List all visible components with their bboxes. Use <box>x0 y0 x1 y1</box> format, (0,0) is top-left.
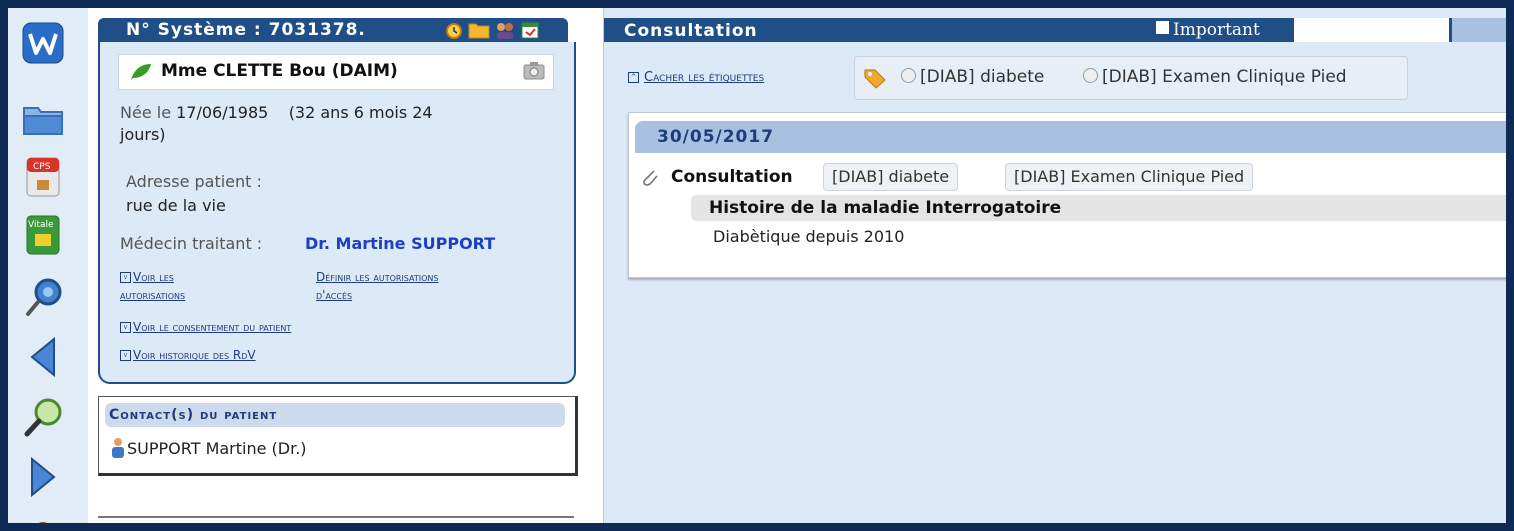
stethoscope-icon[interactable] <box>22 276 64 318</box>
leaf-icon <box>129 62 153 86</box>
contacts-header: Contact(s) du patient <box>105 403 565 427</box>
hide-tags-link[interactable]: ^ Cacher les étiquettes <box>628 70 764 85</box>
patient-age: (32 ans 6 mois 24 <box>288 103 433 122</box>
define-authorizations-link[interactable]: Définir les autorisations d'accès <box>316 268 439 304</box>
patient-contacts-panel: Contact(s) du patient SUPPORT Martine (D… <box>98 396 578 476</box>
collapse-icon: v <box>120 322 131 333</box>
patient-name: Mme CLETTE Bou (DAIM) <box>161 61 398 81</box>
hide-tags-text: Cacher les étiquettes <box>644 70 765 85</box>
history-text: Voir historique des RdV <box>133 348 256 362</box>
contact-item[interactable]: SUPPORT Martine (Dr.) <box>127 439 307 458</box>
view-authorizations-link[interactable]: v Voir les autorisations <box>120 268 185 304</box>
doctor-name: Dr. Martine SUPPORT <box>305 234 496 253</box>
born-label: Née le <box>120 103 172 122</box>
left-toolbar: CPS Vitale <box>8 8 89 523</box>
tag-icon <box>863 67 887 93</box>
patient-column: N° Système : 7031378. Mme CLETTE Bou (DA… <box>88 8 604 523</box>
svg-text:Vitale: Vitale <box>28 220 54 230</box>
doctor-label: Médecin traitant : <box>120 234 263 253</box>
consultation-pane: Consultation Important ^ Cacher les étiqu… <box>604 8 1506 523</box>
collapse-icon: v <box>120 272 131 283</box>
collapse-icon: v <box>120 350 131 361</box>
header-tab-right <box>1452 18 1506 42</box>
header-tab-blank[interactable] <box>1294 18 1449 42</box>
view-auth-text-1: Voir les <box>133 270 174 284</box>
contact-person-icon <box>111 437 125 463</box>
user-icon[interactable] <box>22 508 64 523</box>
radio-button[interactable] <box>1083 68 1098 83</box>
camera-icon[interactable] <box>523 61 545 85</box>
contacts-title: Contact(s) du patient <box>109 407 278 423</box>
svg-text:CPS: CPS <box>33 162 51 172</box>
folder-icon[interactable] <box>22 98 64 140</box>
entry-tag-examen-pied[interactable]: [DIAB] Examen Clinique Pied <box>1005 163 1254 191</box>
entry-date: 30/05/2017 <box>657 127 775 147</box>
app-frame: CPS Vitale N° Système : 7031378. Mme CLE… <box>8 8 1506 523</box>
define-auth-text-1: Définir les autorisations <box>316 270 439 284</box>
patient-age-cont: jours) <box>120 125 166 144</box>
paperclip-icon[interactable] <box>639 167 661 193</box>
consultation-title: Consultation <box>624 21 758 41</box>
important-checkbox[interactable] <box>1156 21 1169 34</box>
section-text: Diabètique depuis 2010 <box>713 227 905 246</box>
entry-tag-diabete[interactable]: [DIAB] diabete <box>823 163 959 191</box>
patient-card: Mme CLETTE Bou (DAIM) Née le 17/06/1985 … <box>98 42 576 384</box>
forward-arrow-icon[interactable] <box>22 456 64 498</box>
tag-text: [DIAB] diabete <box>920 67 1045 87</box>
app-logo-icon[interactable] <box>22 22 64 64</box>
view-consent-link[interactable]: v Voir le consentement du patient <box>120 318 291 336</box>
view-appointments-history-link[interactable]: v Voir historique des RdV <box>120 346 256 364</box>
birth-info: Née le 17/06/1985 (32 ans 6 mois 24 jour… <box>120 102 550 146</box>
tag-option-examen-pied[interactable]: [DIAB] Examen Clinique Pied <box>1083 67 1347 87</box>
entry-type-label: Consultation <box>671 167 793 187</box>
define-auth-text-2: d'accès <box>316 288 353 302</box>
tag-option-diabete[interactable]: [DIAB] diabete <box>901 67 1044 87</box>
vitale-card-icon[interactable]: Vitale <box>22 214 64 256</box>
system-number: N° Système : 7031378. <box>126 20 366 40</box>
important-toggle[interactable]: Important <box>1156 20 1260 40</box>
system-number-header: N° Système : 7031378. <box>98 18 568 42</box>
back-arrow-icon[interactable] <box>22 336 64 378</box>
entry-date-bar: 30/05/2017 <box>635 121 1506 153</box>
consent-text: Voir le consentement du patient <box>133 320 292 334</box>
patient-name-box: Mme CLETTE Bou (DAIM) <box>118 54 554 90</box>
radio-button[interactable] <box>901 68 916 83</box>
view-auth-text-2: autorisations <box>120 288 186 302</box>
important-label: Important <box>1173 20 1260 40</box>
cps-card-icon[interactable]: CPS <box>22 156 64 198</box>
magnifier-icon[interactable] <box>22 396 64 438</box>
address-label: Adresse patient : <box>126 172 262 191</box>
tag-text: [DIAB] Examen Clinique Pied <box>1102 67 1347 87</box>
born-date: 17/06/1985 <box>176 103 269 122</box>
tag-filter-bar: [DIAB] diabete [DIAB] Examen Clinique Pi… <box>854 56 1408 100</box>
section-title: Histoire de la maladie Interrogatoire <box>709 198 1062 218</box>
consultation-entry: 30/05/2017 Consultation [DIAB] diabete [… <box>628 112 1506 278</box>
collapse-icon: ^ <box>628 72 639 83</box>
next-panel-stub <box>98 516 574 523</box>
address-value: rue de la vie <box>126 196 226 215</box>
section-header: Histoire de la maladie Interrogatoire <box>691 195 1506 221</box>
